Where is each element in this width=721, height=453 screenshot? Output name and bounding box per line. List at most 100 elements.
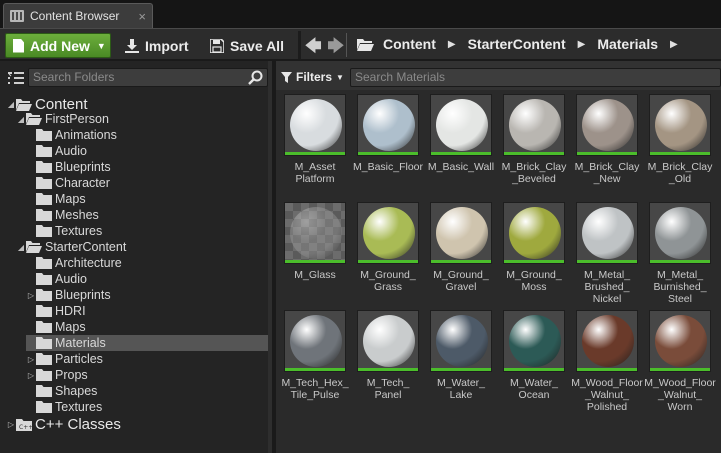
asset-name: M_Water_ Lake (436, 377, 486, 401)
folder-icon (36, 177, 52, 189)
asset-tile[interactable]: M_Ground_ Gravel (430, 198, 496, 298)
search-folders-placeholder: Search Folders (33, 70, 115, 84)
asset-name: M_Brick_Clay _Beveled (501, 161, 567, 185)
material-sphere (582, 99, 634, 151)
tree-item-meshes[interactable]: Meshes (26, 207, 268, 223)
material-thumbnail (357, 310, 419, 372)
asset-tile[interactable]: M_Ground_ Grass (357, 198, 423, 298)
asset-tile[interactable]: M_Tech_ Panel (357, 306, 423, 406)
tree-item-particles[interactable]: ▷ Particles (26, 351, 268, 367)
material-sphere (582, 315, 634, 367)
tree-item-firstperson[interactable]: ◢ FirstPerson (16, 111, 268, 127)
chevron-right-icon[interactable]: ▶ (448, 39, 456, 50)
asset-tile[interactable]: M_Basic_Wall (428, 90, 496, 190)
folder-icon (36, 225, 52, 237)
tree-item-architecture[interactable]: Architecture (26, 255, 268, 271)
asset-tile[interactable]: M_Water_ Ocean (503, 306, 569, 406)
folder-icon (36, 337, 52, 349)
expanded-arrow-icon[interactable]: ◢ (16, 115, 26, 124)
search-materials-input[interactable]: Search Materials (350, 68, 721, 87)
material-sphere (655, 99, 707, 151)
collapsed-arrow-icon[interactable]: ▷ (6, 420, 16, 429)
tree-item-maps[interactable]: Maps (26, 191, 268, 207)
asset-tile[interactable]: M_Tech_Hex_ Tile_Pulse (281, 306, 350, 406)
tree-item-audio[interactable]: Audio (26, 271, 268, 287)
asset-name: M_Metal_ Burnished_ Steel (653, 269, 707, 305)
tree-item-blueprints[interactable]: Blueprints (26, 159, 268, 175)
panel-splitter[interactable] (268, 61, 272, 453)
folder-icon (36, 321, 52, 333)
asset-name: M_Basic_Floor (352, 161, 424, 173)
asset-tile[interactable]: M_Water_ Lake (430, 306, 496, 406)
toolbar: Add New ▼ Import Save All 🡄 🡆 Content ▶ … (0, 28, 721, 60)
breadcrumb-startercontent[interactable]: StarterContent (468, 36, 566, 52)
tree-toggle-icon[interactable] (8, 71, 24, 85)
save-all-button[interactable]: Save All (210, 33, 284, 58)
folder-icon (36, 385, 52, 397)
tree-item-character[interactable]: Character (26, 175, 268, 191)
asset-type-bar (650, 368, 710, 371)
asset-tile[interactable]: M_Brick_Clay _Old (648, 90, 715, 190)
tree-item-blueprints[interactable]: ▷ Blueprints (26, 287, 268, 303)
material-sphere (509, 315, 561, 367)
chevron-right-icon[interactable]: ▶ (670, 39, 678, 50)
forward-arrow-icon[interactable]: 🡆 (328, 35, 345, 62)
asset-tile[interactable]: M_Brick_Clay _Beveled (502, 90, 569, 190)
tree-item-maps[interactable]: Maps (26, 319, 268, 335)
back-arrow-icon[interactable]: 🡄 (305, 35, 322, 62)
material-sphere (436, 315, 488, 367)
tree-item-shapes[interactable]: Shapes (26, 383, 268, 399)
tree-item-audio[interactable]: Audio (26, 143, 268, 159)
material-thumbnail (284, 202, 346, 264)
asset-tile[interactable]: M_Metal_ Brushed_ Nickel (576, 198, 642, 305)
import-icon (125, 38, 139, 53)
tree-item-textures[interactable]: Textures (26, 223, 268, 239)
search-folders-input[interactable]: Search Folders (28, 68, 268, 87)
asset-tile[interactable]: M_Asset Platform (284, 90, 350, 190)
asset-tile[interactable]: M_Brick_Clay _New (575, 90, 642, 190)
asset-name: M_Brick_Clay _New (574, 161, 640, 185)
asset-type-bar (358, 260, 418, 263)
folder-icon (36, 289, 52, 301)
asset-tile[interactable]: M_Metal_ Burnished_ Steel (649, 198, 715, 305)
import-button[interactable]: Import (125, 33, 189, 58)
chevron-right-icon[interactable]: ▶ (578, 39, 586, 50)
collapsed-arrow-icon[interactable]: ▷ (26, 355, 36, 364)
material-sphere (655, 315, 707, 367)
asset-tile[interactable]: M_Wood_Floor _Walnut_ Polished (571, 306, 643, 413)
toolbar-divider (346, 33, 347, 57)
tree-item-c-classes[interactable]: ▷ C++ C++ Classes (6, 415, 268, 433)
asset-tile[interactable]: M_Wood_Floor _Walnut_ Worn (644, 306, 716, 413)
expanded-arrow-icon[interactable]: ◢ (16, 243, 26, 252)
asset-tile[interactable]: M_Ground_ Moss (503, 198, 569, 298)
tree-item-startercontent[interactable]: ◢ StarterContent (16, 239, 268, 255)
folder-icon (36, 193, 52, 205)
expanded-arrow-icon[interactable]: ◢ (6, 100, 16, 109)
tree-item-props[interactable]: ▷ Props (26, 367, 268, 383)
collapsed-arrow-icon[interactable]: ▷ (26, 291, 36, 300)
add-new-button[interactable]: Add New ▼ (5, 33, 111, 58)
tree-item-animations[interactable]: Animations (26, 127, 268, 143)
filters-label: Filters (296, 70, 333, 84)
tree-item-label: Shapes (55, 384, 98, 398)
material-thumbnail (357, 202, 419, 264)
breadcrumb-content[interactable]: Content (383, 36, 436, 52)
tree-item-textures[interactable]: Textures (26, 399, 268, 415)
asset-tile[interactable]: M_Basic_Floor (353, 90, 423, 190)
close-icon[interactable]: × (138, 9, 146, 24)
material-thumbnail (503, 310, 565, 372)
material-thumbnail (430, 94, 492, 156)
collapsed-arrow-icon[interactable]: ▷ (26, 371, 36, 380)
folder-icon (36, 129, 52, 141)
tab-strip: Content Browser × (0, 0, 721, 28)
breadcrumb-materials[interactable]: Materials (597, 36, 658, 52)
asset-type-bar (504, 260, 564, 263)
asset-type-bar (577, 260, 637, 263)
tree-item-label: Meshes (55, 208, 99, 222)
tree-item-materials[interactable]: Materials (26, 335, 268, 351)
tree-item-hdri[interactable]: HDRI (26, 303, 268, 319)
asset-tile[interactable]: M_Glass (284, 198, 350, 298)
open-folder-icon (357, 38, 374, 51)
filters-button[interactable]: Filters ▼ (281, 68, 344, 86)
tab-content-browser[interactable]: Content Browser × (3, 3, 153, 28)
